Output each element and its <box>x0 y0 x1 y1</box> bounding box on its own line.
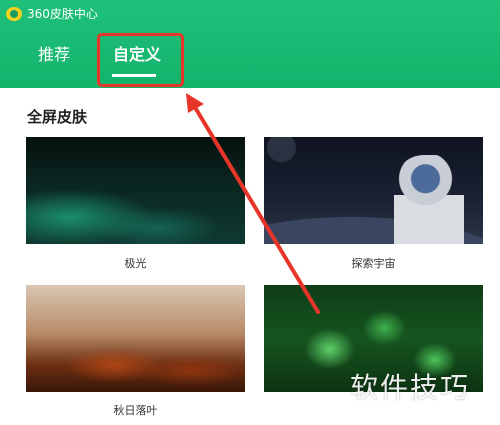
annotation-arrow <box>186 93 320 314</box>
watermark-text: 软件技巧 <box>350 371 471 404</box>
